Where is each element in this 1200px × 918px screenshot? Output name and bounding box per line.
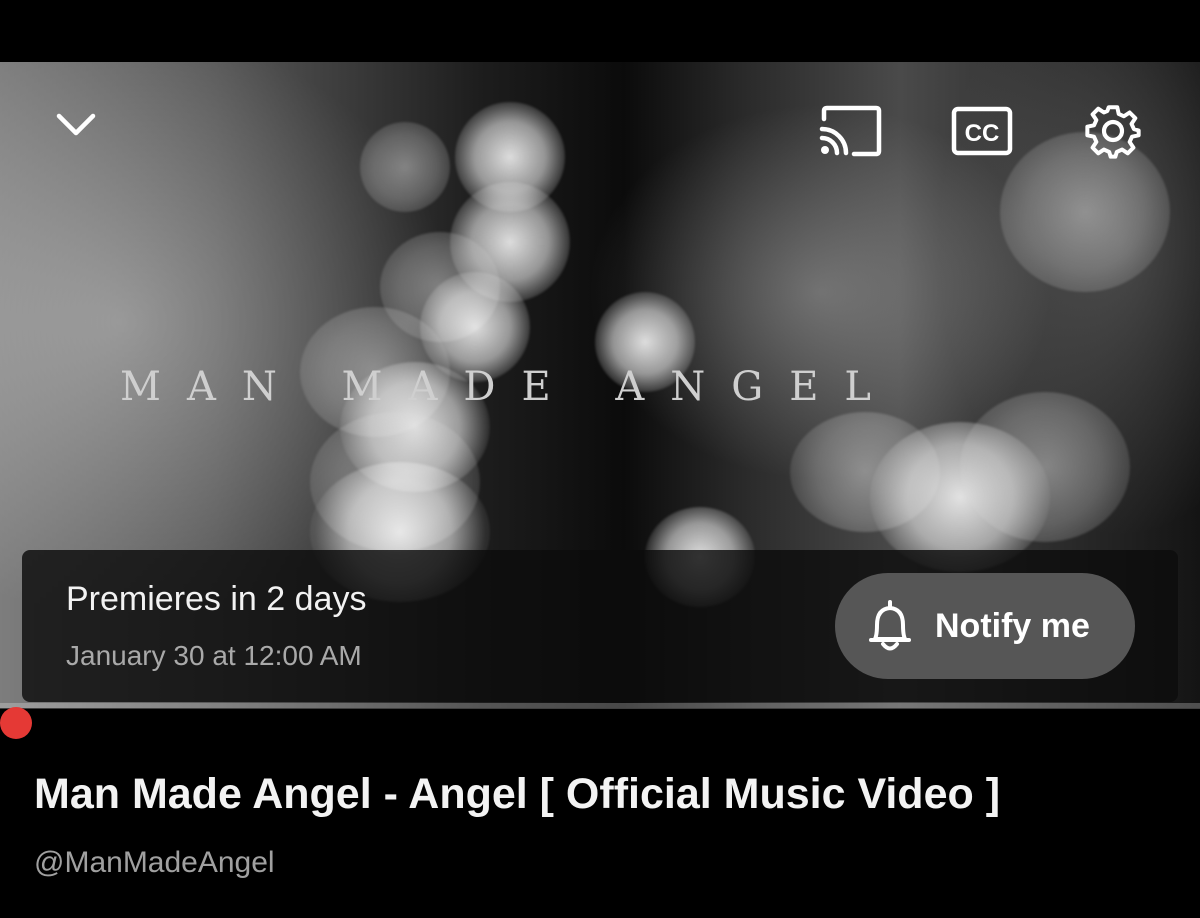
collapse-button[interactable] — [48, 100, 104, 150]
bokeh-light — [960, 392, 1130, 542]
video-overlay-title: MAN MADE ANGEL — [120, 364, 897, 410]
premiere-date: January 30 at 12:00 AM — [66, 640, 362, 671]
premiere-card: Premieres in 2 days January 30 at 12:00 … — [22, 550, 1178, 702]
gear-icon — [1083, 101, 1143, 161]
chevron-down-icon — [56, 112, 96, 138]
status-bar-area — [0, 0, 1200, 62]
video-player[interactable]: MAN MADE ANGEL CC Premieres in 2 days Ja… — [0, 62, 1200, 708]
settings-button[interactable] — [1078, 98, 1148, 164]
captions-label: CC — [965, 120, 1000, 147]
cast-button[interactable] — [812, 100, 888, 162]
progress-bar[interactable] — [0, 703, 1200, 709]
cast-icon — [818, 105, 882, 157]
bokeh-light — [360, 122, 450, 212]
progress-scrubber[interactable] — [0, 707, 32, 739]
closed-captions-icon: CC — [951, 106, 1013, 156]
video-title: Man Made Angel - Angel [ Official Music … — [34, 770, 1001, 818]
channel-handle[interactable]: @ManMadeAngel — [34, 846, 275, 880]
bell-icon — [865, 598, 915, 654]
notify-me-button[interactable]: Notify me — [835, 573, 1135, 679]
notify-me-label: Notify me — [935, 606, 1090, 645]
premiere-countdown: Premieres in 2 days — [66, 580, 367, 618]
captions-button[interactable]: CC — [944, 100, 1020, 162]
